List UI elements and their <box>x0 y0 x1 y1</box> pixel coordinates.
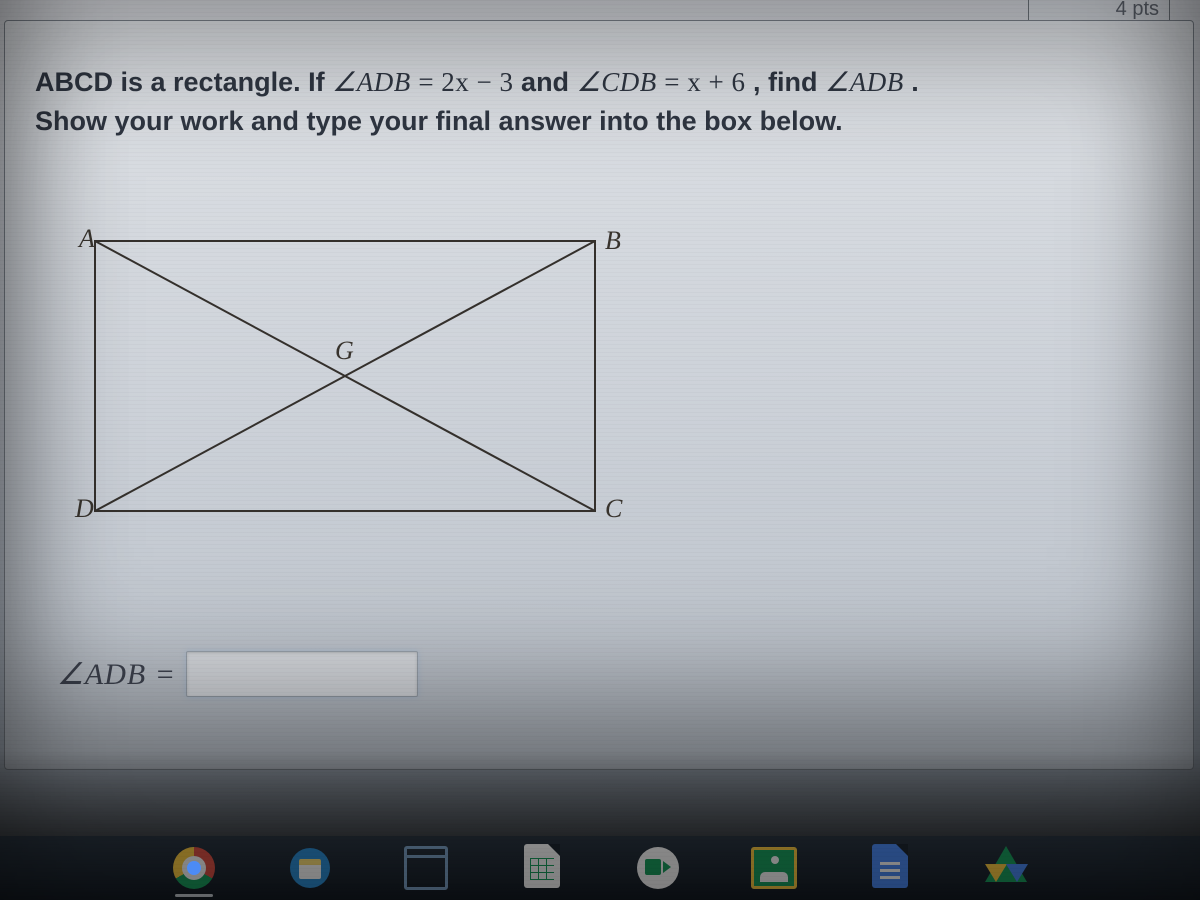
docs-icon[interactable] <box>867 845 913 891</box>
q-angle-adb-1: ∠ADB <box>332 67 411 97</box>
q-angle-cdb: ∠CDB <box>577 67 657 97</box>
chrome-icon[interactable] <box>171 845 217 891</box>
q-tail: , find <box>753 67 825 97</box>
q-period: . <box>911 67 919 97</box>
label-A: A <box>77 224 95 253</box>
sheets-icon[interactable] <box>519 845 565 891</box>
taskbar <box>0 836 1200 900</box>
answer-label: ∠ADB = <box>57 657 176 692</box>
rectangle-figure: A B C D G <box>65 221 630 541</box>
label-D: D <box>74 494 94 523</box>
q-part1: ABCD is a rectangle. If <box>35 67 332 97</box>
label-G: G <box>335 336 354 365</box>
meet-icon[interactable] <box>635 845 681 891</box>
question-text: ABCD is a rectangle. If ∠ADB = 2x − 3 an… <box>5 63 1193 141</box>
q-eq2: = x + 6 <box>664 67 745 97</box>
answer-input[interactable] <box>186 651 418 697</box>
answer-row: ∠ADB = <box>57 651 418 697</box>
files-icon[interactable] <box>287 845 333 891</box>
drive-icon[interactable] <box>983 845 1029 891</box>
window-icon[interactable] <box>403 845 449 891</box>
label-C: C <box>605 494 623 523</box>
classroom-icon[interactable] <box>751 845 797 891</box>
question-card: ABCD is a rectangle. If ∠ADB = 2x − 3 an… <box>4 20 1194 770</box>
q-mid: and <box>521 67 577 97</box>
q-eq1: = 2x − 3 <box>418 67 513 97</box>
label-B: B <box>605 226 621 255</box>
q-line2: Show your work and type your final answe… <box>35 106 843 136</box>
q-angle-adb-2: ∠ADB <box>825 67 904 97</box>
